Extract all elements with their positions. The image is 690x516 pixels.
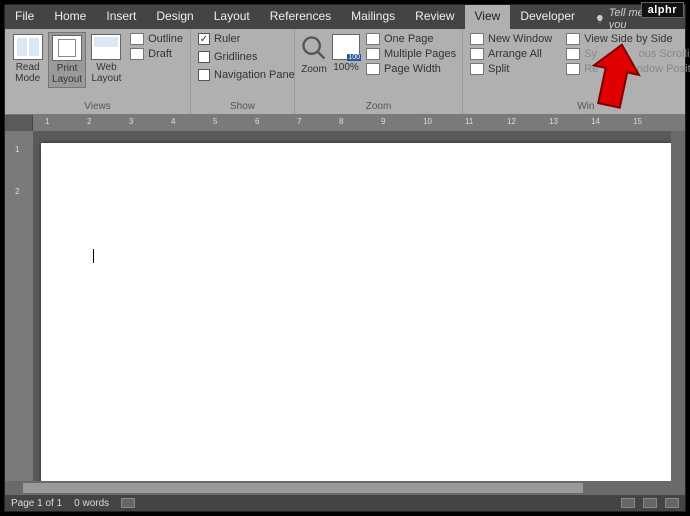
- checkbox-icon: [198, 69, 210, 81]
- page[interactable]: [41, 143, 671, 481]
- reset-window-position-button: Reset Window Positi: [563, 62, 690, 76]
- print-layout-icon: [52, 35, 82, 61]
- nav-pane-checkbox[interactable]: Navigation Pane: [195, 68, 298, 82]
- scrollbar-vertical[interactable]: [671, 131, 685, 481]
- zoom-100-button[interactable]: 100 100%: [331, 32, 361, 75]
- ribbon: Read Mode Print Layout Web Layout Outlin…: [5, 29, 685, 115]
- tab-view[interactable]: View: [465, 5, 511, 29]
- web-layout-button[interactable]: Web Layout: [88, 32, 125, 86]
- scrollbar-horizontal[interactable]: [5, 481, 685, 495]
- view-web-icon[interactable]: [665, 498, 679, 508]
- print-layout-button[interactable]: Print Layout: [48, 32, 85, 88]
- web-layout-icon: [91, 34, 121, 60]
- new-window-icon: [470, 33, 484, 45]
- tab-file[interactable]: File: [5, 5, 44, 29]
- zoom-button[interactable]: Zoom: [299, 32, 329, 77]
- tab-layout[interactable]: Layout: [204, 5, 260, 29]
- web-layout-label: Web Layout: [89, 62, 124, 84]
- arrange-all-icon: [470, 48, 484, 60]
- watermark: alphr: [641, 2, 684, 18]
- tab-insert[interactable]: Insert: [96, 5, 146, 29]
- split-button[interactable]: Split: [467, 62, 555, 76]
- magnifier-icon: [300, 34, 328, 62]
- show-group-label: Show: [191, 100, 294, 114]
- side-by-side-icon: [566, 33, 580, 45]
- multiple-pages-button[interactable]: Multiple Pages: [363, 47, 459, 61]
- zoom-100-label: 100%: [333, 62, 359, 73]
- tab-mailings[interactable]: Mailings: [341, 5, 405, 29]
- ruler-vertical[interactable]: 12: [5, 131, 33, 481]
- view-read-icon[interactable]: [621, 498, 635, 508]
- gridlines-checkbox[interactable]: Gridlines: [195, 50, 298, 64]
- word-count[interactable]: 0 words: [74, 498, 109, 509]
- text-cursor: [93, 249, 94, 263]
- read-mode-label: Read Mode: [10, 62, 45, 84]
- zoom-group-label: Zoom: [295, 100, 462, 114]
- reset-pos-icon: [566, 63, 580, 75]
- spellcheck-icon[interactable]: [121, 498, 135, 508]
- ruler-checkbox[interactable]: ✓Ruler: [195, 32, 298, 46]
- arrange-all-button[interactable]: Arrange All: [467, 47, 555, 61]
- document-area[interactable]: [33, 131, 685, 481]
- ribbon-tabs: File Home Insert Design Layout Reference…: [5, 5, 685, 29]
- zoom-100-icon: 100: [332, 34, 360, 60]
- split-icon: [470, 63, 484, 75]
- page-width-icon: [366, 63, 380, 75]
- checkbox-icon: ✓: [198, 33, 210, 45]
- ruler-horizontal[interactable]: 123456789101112131415: [5, 115, 685, 131]
- lightbulb-icon: [595, 13, 605, 25]
- tab-references[interactable]: References: [260, 5, 341, 29]
- outline-button[interactable]: Outline: [127, 32, 186, 46]
- outline-icon: [130, 33, 144, 45]
- view-side-by-side-button[interactable]: View Side by Side: [563, 32, 690, 46]
- page-count[interactable]: Page 1 of 1: [11, 498, 62, 509]
- tab-review[interactable]: Review: [405, 5, 464, 29]
- tab-home[interactable]: Home: [44, 5, 96, 29]
- one-page-icon: [366, 33, 380, 45]
- new-window-button[interactable]: New Window: [467, 32, 555, 46]
- one-page-button[interactable]: One Page: [363, 32, 459, 46]
- read-mode-icon: [13, 34, 43, 60]
- views-group-label: Views: [5, 100, 190, 114]
- multiple-pages-icon: [366, 48, 380, 60]
- checkbox-icon: [198, 51, 210, 63]
- draft-button[interactable]: Draft: [127, 47, 186, 61]
- sync-scrolling-button: Synchronous Scrolling: [563, 47, 690, 61]
- status-bar: Page 1 of 1 0 words: [5, 495, 685, 511]
- print-layout-label: Print Layout: [50, 63, 83, 85]
- draft-icon: [130, 48, 144, 60]
- page-width-button[interactable]: Page Width: [363, 62, 459, 76]
- tab-design[interactable]: Design: [146, 5, 203, 29]
- view-print-icon[interactable]: [643, 498, 657, 508]
- zoom-label: Zoom: [301, 64, 327, 75]
- window-group-label: Win: [463, 100, 690, 114]
- sync-scroll-icon: [566, 48, 580, 60]
- read-mode-button[interactable]: Read Mode: [9, 32, 46, 86]
- tab-developer[interactable]: Developer: [510, 5, 585, 29]
